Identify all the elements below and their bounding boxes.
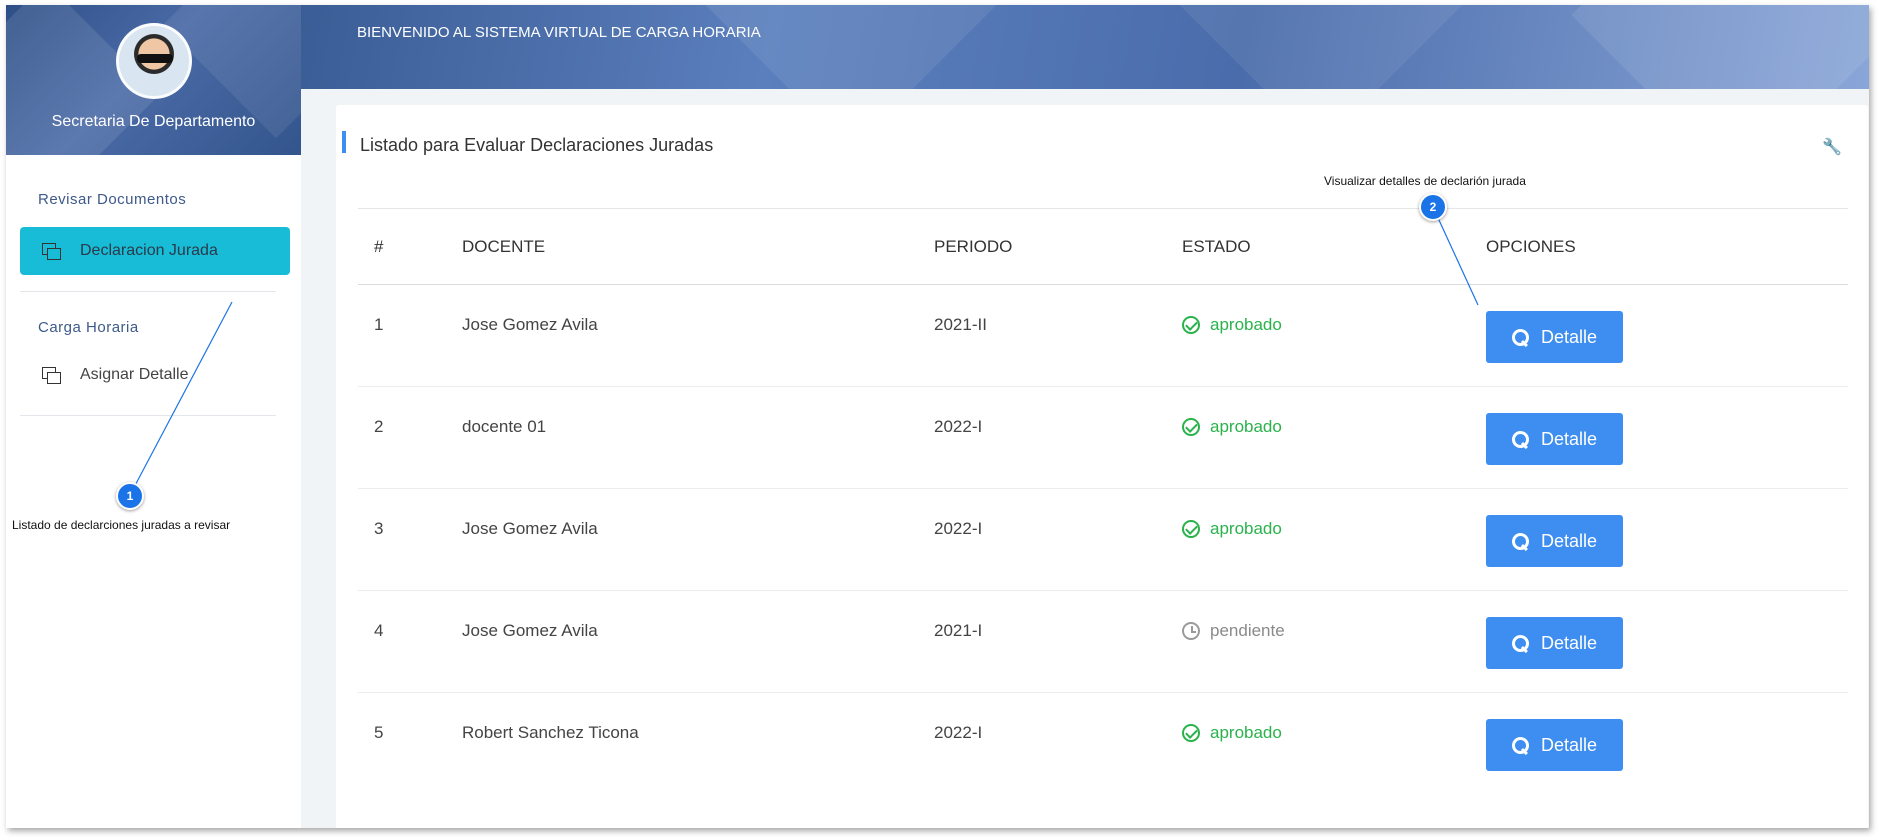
- search-icon: [1511, 736, 1529, 754]
- check-circle-icon: [1182, 316, 1200, 334]
- top-header: BIENVENIDO AL SISTEMA VIRTUAL DE CARGA H…: [301, 5, 1869, 89]
- status-badge: aprobado: [1182, 315, 1282, 335]
- column-header-docente: DOCENTE: [462, 237, 546, 256]
- detalle-button-label: Detalle: [1540, 530, 1598, 551]
- row-docente: Jose Gomez Avila: [462, 315, 598, 334]
- sidebar-item-label: Declaracion Jurada: [80, 242, 218, 259]
- search-icon: [1511, 328, 1529, 346]
- row-docente: Jose Gomez Avila: [462, 519, 598, 538]
- detalle-button[interactable]: Detalle: [1486, 413, 1623, 465]
- user-name: Secretaria De Departamento: [51, 113, 256, 130]
- sidebar: Secretaria De Departamento Revisar Docum…: [6, 5, 301, 828]
- detalle-button-label: Detalle: [1540, 326, 1598, 347]
- row-options: Detalle: [1486, 413, 1623, 465]
- sidebar-item-label: Asignar Detalle: [80, 366, 189, 383]
- table-header: # DOCENTE PERIODO ESTADO OPCIONES: [358, 208, 1848, 285]
- main-card: Listado para Evaluar Declaraciones Jurad…: [336, 105, 1868, 828]
- detalle-button[interactable]: Detalle: [1486, 515, 1623, 567]
- column-header-num: #: [374, 237, 384, 256]
- status-text: aprobado: [1210, 315, 1282, 334]
- declaraciones-table: # DOCENTE PERIODO ESTADO OPCIONES 1 Jose…: [358, 208, 1848, 795]
- table-row: 1 Jose Gomez Avila 2021-II aprobado Deta…: [358, 285, 1848, 387]
- row-periodo: 2022-I: [934, 723, 983, 742]
- check-circle-icon: [1182, 418, 1200, 436]
- row-options: Detalle: [1486, 311, 1623, 363]
- check-circle-icon: [1182, 520, 1200, 538]
- row-periodo: 2022-I: [934, 417, 983, 436]
- page-title: Listado para Evaluar Declaraciones Jurad…: [360, 135, 714, 155]
- table-row: 3 Jose Gomez Avila 2022-I aprobado Detal…: [358, 489, 1848, 591]
- search-icon: [1511, 532, 1529, 550]
- row-periodo: 2021-II: [934, 315, 987, 334]
- title-accent-bar: [342, 131, 346, 153]
- copy-icon: [42, 367, 61, 384]
- column-header-estado: ESTADO: [1182, 237, 1251, 256]
- callout-1-marker: 1: [116, 482, 144, 510]
- header-title: BIENVENIDO AL SISTEMA VIRTUAL DE CARGA H…: [357, 24, 761, 41]
- row-docente: Jose Gomez Avila: [462, 621, 598, 640]
- wrench-icon[interactable]: 🔧: [1822, 137, 1842, 157]
- row-number: 3: [374, 519, 384, 538]
- row-number: 4: [374, 621, 384, 640]
- status-text: pendiente: [1210, 621, 1285, 640]
- status-badge: pendiente: [1182, 621, 1285, 641]
- nav-divider: [20, 291, 276, 292]
- profile-panel: Secretaria De Departamento: [6, 5, 301, 155]
- status-badge: aprobado: [1182, 519, 1282, 539]
- sidebar-item-declaracion-jurada[interactable]: Declaracion Jurada: [20, 227, 290, 275]
- row-options: Detalle: [1486, 515, 1623, 567]
- check-circle-icon: [1182, 724, 1200, 742]
- detalle-button-label: Detalle: [1540, 734, 1598, 755]
- table-row: 5 Robert Sanchez Ticona 2022-I aprobado …: [358, 693, 1848, 795]
- row-periodo: 2021-I: [934, 621, 983, 640]
- row-number: 5: [374, 723, 384, 742]
- detalle-button[interactable]: Detalle: [1486, 617, 1623, 669]
- table-row: 2 docente 01 2022-I aprobado Detalle: [358, 387, 1848, 489]
- callout-2-marker: 2: [1419, 193, 1447, 221]
- nav-section-revisar-documentos: Revisar Documentos: [38, 191, 187, 208]
- row-number: 2: [374, 417, 384, 436]
- nav-section-carga-horaria: Carga Horaria: [38, 319, 139, 336]
- clock-icon: [1182, 622, 1200, 640]
- search-icon: [1511, 430, 1529, 448]
- status-text: aprobado: [1210, 519, 1282, 538]
- nav-divider: [20, 415, 276, 416]
- table-row: 4 Jose Gomez Avila 2021-I pendiente Deta…: [358, 591, 1848, 693]
- status-text: aprobado: [1210, 723, 1282, 742]
- detalle-button[interactable]: Detalle: [1486, 311, 1623, 363]
- column-header-periodo: PERIODO: [934, 237, 1013, 256]
- detalle-button-label: Detalle: [1540, 428, 1598, 449]
- detalle-button[interactable]: Detalle: [1486, 719, 1623, 771]
- status-badge: aprobado: [1182, 723, 1282, 743]
- detalle-button-label: Detalle: [1540, 632, 1598, 653]
- row-options: Detalle: [1486, 617, 1623, 669]
- status-text: aprobado: [1210, 417, 1282, 436]
- row-docente: docente 01: [462, 417, 547, 436]
- callout-1-text: Listado de declarciones juradas a revisa…: [12, 518, 231, 532]
- app-window: BIENVENIDO AL SISTEMA VIRTUAL DE CARGA H…: [6, 5, 1869, 828]
- sidebar-item-asignar-detalle[interactable]: Asignar Detalle: [20, 351, 290, 399]
- callout-2-text: Visualizar detalles de declarión jurada: [1324, 174, 1526, 188]
- avatar[interactable]: [116, 23, 192, 99]
- column-header-opciones: OPCIONES: [1486, 237, 1576, 256]
- row-periodo: 2022-I: [934, 519, 983, 538]
- row-options: Detalle: [1486, 719, 1623, 771]
- status-badge: aprobado: [1182, 417, 1282, 437]
- row-docente: Robert Sanchez Ticona: [462, 723, 639, 742]
- row-number: 1: [374, 315, 384, 334]
- copy-icon: [42, 243, 61, 260]
- search-icon: [1511, 634, 1529, 652]
